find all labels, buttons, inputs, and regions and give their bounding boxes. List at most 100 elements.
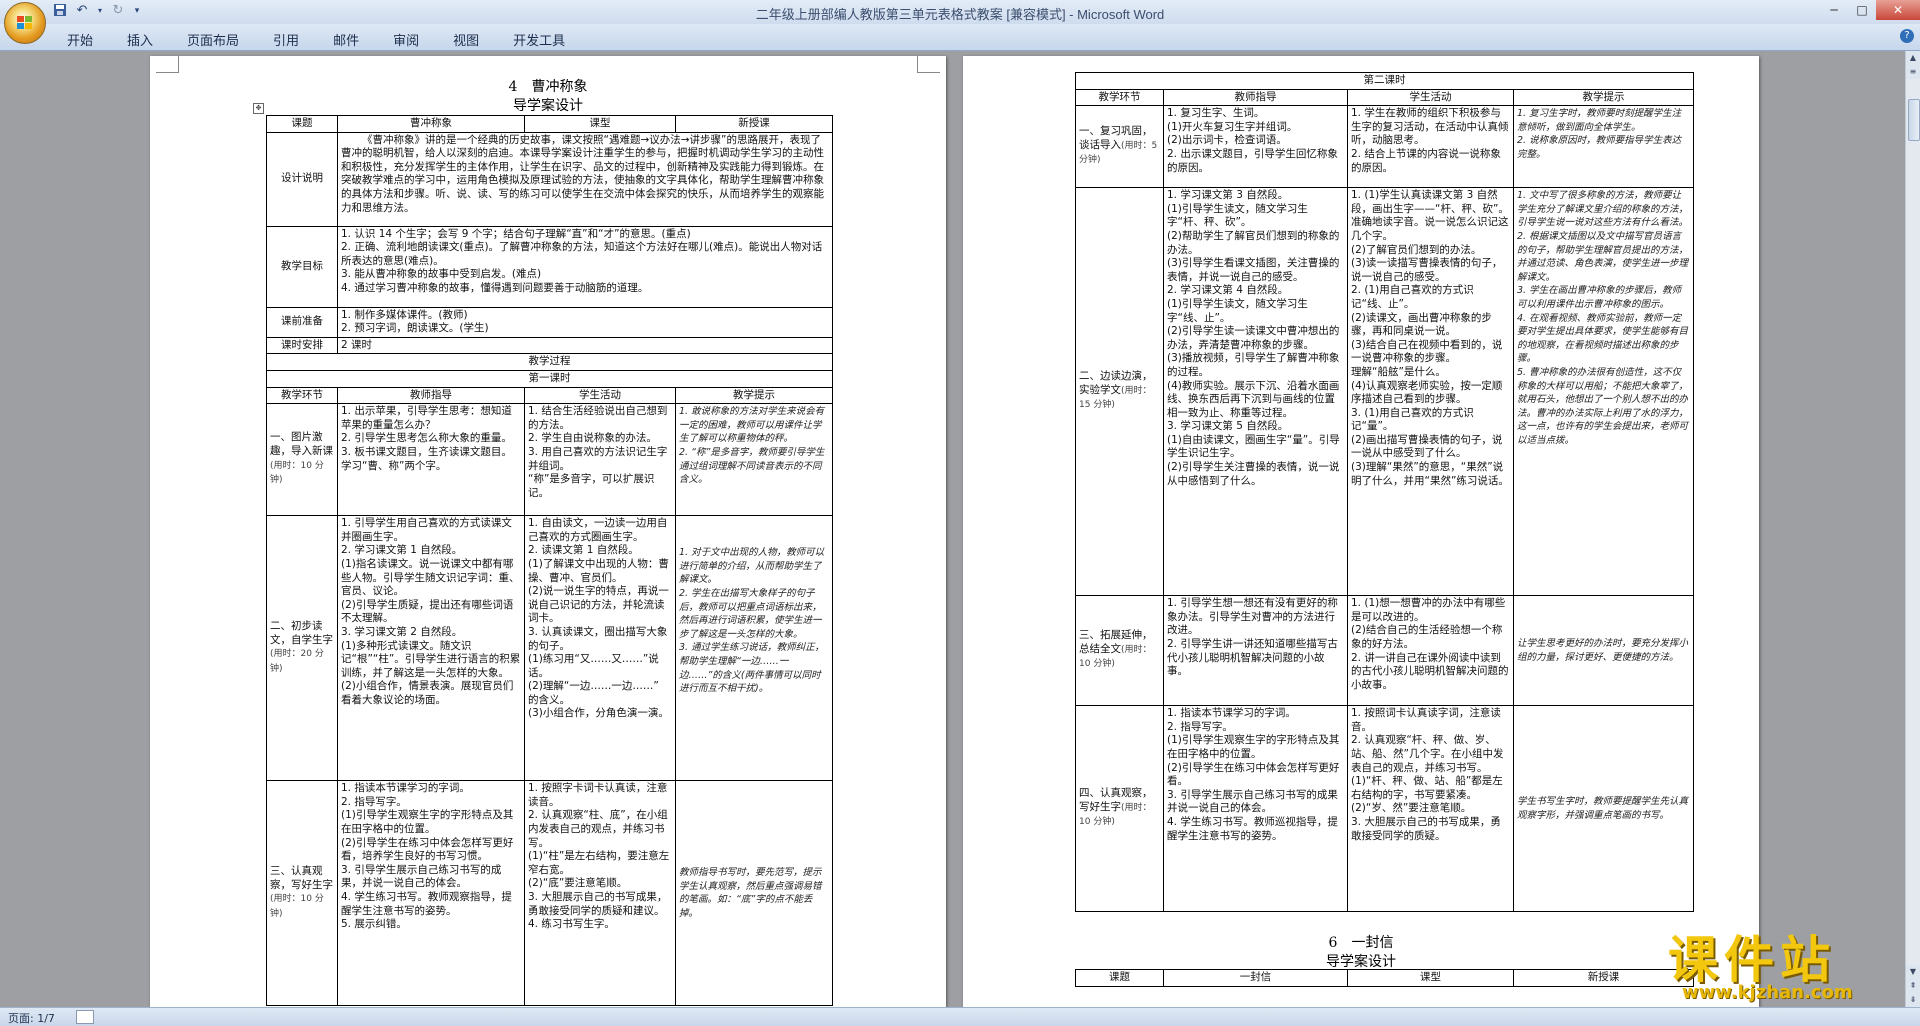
design-description: 《曹冲称象》讲的是一个经典的历史故事，课文按照“遇难题→议办法→讲步骤”的思路展… xyxy=(337,131,833,227)
lesson-plan-table-2: 第二课时 教学环节 教师指导 学生活动 教学提示 一、复习巩固，谈话导入(用时：… xyxy=(1075,72,1694,913)
tab-page-layout[interactable]: 页面布局 xyxy=(170,28,256,51)
section-header: 教学过程 xyxy=(266,353,833,371)
teacher-cell: 1. 学习课文第 3 自然段。 (1)引导学生读文，随文学习生字“杆、秤、砍”。… xyxy=(1163,187,1348,597)
scroll-up-icon[interactable]: ▲ xyxy=(1906,51,1920,65)
tab-home[interactable]: 开始 xyxy=(50,28,110,51)
stage-cell: 一、图片激趣，导入新课(用时：10 分钟) xyxy=(266,403,338,517)
goal-item: 4. 通过学习曹冲称象的故事，懂得遇到问题要善于动脑筋的道理。 xyxy=(341,281,649,294)
cell-value: 一封信 xyxy=(1163,969,1348,987)
goal-item: 2. 正确、流利地朗读课文(重点)。了解曹冲称象的方法，知道这个方法好在哪儿(难… xyxy=(341,241,823,267)
table-row: 二、边读边演，实验学文(用时：15 分钟) 1. 学习课文第 3 自然段。 (1… xyxy=(1075,187,1694,597)
table-row: 四、认真观察，写好生字(用时：10 分钟) 1. 指读本节课学习的字词。 2. … xyxy=(1075,705,1694,913)
table-row: 一、图片激趣，导入新课(用时：10 分钟) 1. 出示苹果，引导学生思考：想知道… xyxy=(266,403,833,517)
cell-value: 2 课时 xyxy=(337,336,833,355)
column-header: 教学环节 xyxy=(266,386,338,405)
tab-view[interactable]: 视图 xyxy=(436,28,496,51)
table-move-handle-icon[interactable]: ✥ xyxy=(253,103,264,114)
watermark-url: www.kjzhan.com xyxy=(1682,982,1853,1003)
goal-item: 1. 认识 14 个生字；会写 9 个字；结合句子理解“直”和“才”的意思。(重… xyxy=(341,227,691,240)
next-lesson-heading: 6 一封信 xyxy=(1328,935,1394,951)
cell-label: 课题 xyxy=(1075,969,1164,987)
title-bar: ↶ ▾ ↻ ▾ 二年级上册部编人教版第三单元表格式教案 [兼容模式] - Mic… xyxy=(0,0,1920,44)
tab-review[interactable]: 审阅 xyxy=(376,28,436,51)
vertical-scrollbar[interactable]: ▲ ≡ ▼ ⇞ ⇟ xyxy=(1905,51,1920,1007)
ribbon-tabs: 开始 插入 页面布局 引用 邮件 审阅 视图 开发工具 xyxy=(50,28,582,51)
column-header: 教学提示 xyxy=(1513,88,1694,107)
window-controls: ─ □ ✕ xyxy=(1820,0,1920,20)
stage-cell: 三、拓展延伸，总结全文(用时：10 分钟) xyxy=(1075,595,1164,707)
cell-value: 新授课 xyxy=(675,115,833,133)
window-title: 二年级上册部编人教版第三单元表格式教案 [兼容模式] - Microsoft W… xyxy=(755,7,1165,22)
column-header: 教师指导 xyxy=(1163,88,1348,107)
column-header: 学生活动 xyxy=(1347,88,1514,107)
tip-cell: 学生书写生字时，教师要提醒学生先认真观察字形，并强调重点笔画的书写。 xyxy=(1513,705,1694,913)
cell-label: 课题 xyxy=(266,115,338,133)
goal-item: 3. 能从曹冲称象的故事中受到启发。(难点) xyxy=(341,268,542,281)
student-cell: 1. 结合生活经验说出自己想到的方法。 2. 学生自由说称象的办法。 3. 用自… xyxy=(524,403,676,517)
column-header: 教学环节 xyxy=(1075,88,1164,107)
teacher-cell: 1. 指读本节课学习的字词。 2. 指导写字。 (1)引导学生观察生字的字形特点… xyxy=(337,780,525,1007)
column-header: 教师指导 xyxy=(337,386,525,405)
lesson-plan-table-1: 课题 曹冲称象 课型 新授课 设计说明 《曹冲称象》讲的是一个经典的历史故事，课… xyxy=(266,115,833,1007)
cell-label: 课前准备 xyxy=(266,306,338,338)
stage-cell: 二、初步读文，自学生字(用时：20 分钟) xyxy=(266,515,338,782)
prep-item: 2. 预习字词，朗读课文。(学生) xyxy=(341,322,489,335)
tip-cell: 1. 文中写了很多称象的方法，教师要让学生充分了解课文里介绍的称象的方法，引导学… xyxy=(1513,187,1694,597)
stage-cell: 一、复习巩固，谈话导入(用时：5 分钟) xyxy=(1075,105,1164,189)
teacher-cell: 1. 指读本节课学习的字词。 2. 指导写字。 (1)引导学生观察生字的字形特点… xyxy=(1163,705,1348,913)
ruler-toggle-icon[interactable]: ≡ xyxy=(1906,65,1920,79)
prep-cell: 1. 制作多媒体课件。(教师) 2. 预习字词，朗读课文。(学生) xyxy=(337,306,833,338)
student-cell: 1. (1)学生认真读课文第 3 自然段，画出生字——“杆、秤、砍”。准确地读字… xyxy=(1347,187,1514,597)
next-lesson-subheading: 导学案设计 xyxy=(1326,954,1396,970)
office-logo-icon xyxy=(17,16,32,29)
page-indicator[interactable]: 页面: 1/7 xyxy=(8,1010,55,1026)
page-2: 第二课时 教学环节 教师指导 学生活动 教学提示 一、复习巩固，谈话导入(用时：… xyxy=(963,56,1759,1007)
cell-label: 课时安排 xyxy=(266,336,338,355)
column-header: 教学提示 xyxy=(675,386,833,405)
office-button[interactable] xyxy=(4,2,46,44)
student-cell: 1. 按照字卡词卡认真读，注意读音。 2. 认真观察“柱、底”，在小组内发表自己… xyxy=(524,780,676,1007)
table-row: 三、拓展延伸，总结全文(用时：10 分钟) 1. 引导学生想一想还有没有更好的称… xyxy=(1075,595,1694,707)
teacher-cell: 1. 引导学生想一想还有没有更好的称象办法。引导学生对曹冲的方法进行改进。 2.… xyxy=(1163,595,1348,707)
teacher-cell: 1. 引导学生用自己喜欢的方式读课文并圈画生字。 2. 学习课文第 1 自然段。… xyxy=(337,515,525,782)
table-row: 二、初步读文，自学生字(用时：20 分钟) 1. 引导学生用自己喜欢的方式读课文… xyxy=(266,515,833,782)
tip-cell: 1. 对于文中出现的人物，教师可以进行简单的介绍，从而帮助学生了解课文。 2. … xyxy=(675,515,833,782)
stage-cell: 二、边读边演，实验学文(用时：15 分钟) xyxy=(1075,187,1164,597)
crop-mark xyxy=(156,56,179,73)
scroll-down-icon[interactable]: ▼ xyxy=(1906,965,1920,979)
tab-mailings[interactable]: 邮件 xyxy=(316,28,376,51)
next-page-icon[interactable]: ⇟ xyxy=(1906,993,1920,1007)
column-header: 学生活动 xyxy=(524,386,676,405)
scroll-thumb[interactable] xyxy=(1908,99,1920,141)
cell-label: 课型 xyxy=(524,115,676,133)
cell-label: 教学目标 xyxy=(266,225,338,308)
section-header: 第二课时 xyxy=(1075,72,1694,90)
tab-references[interactable]: 引用 xyxy=(256,28,316,51)
table-row: 一、复习巩固，谈话导入(用时：5 分钟) 1. 复习生字、生词。 (1)开火车复… xyxy=(1075,105,1694,189)
tip-cell: 让学生思考更好的办法时，要充分发挥小组的力量，探讨更好、更便捷的方法。 xyxy=(1513,595,1694,707)
tab-developer[interactable]: 开发工具 xyxy=(496,28,582,51)
tip-cell: 1. 敢说称象的方法对学生来说会有一定的困难，教师可以用课件让学生了解可以称重物… xyxy=(675,403,833,517)
kjzhan-watermark: 课件站 www.kjzhan.com xyxy=(1668,920,1908,1006)
table-row: 三、认真观察，写好生字(用时：10 分钟) 1. 指读本节课学习的字词。 2. … xyxy=(266,780,833,1007)
page-1: 4 曹冲称象 导学案设计 ✥ 课题 曹冲称象 课型 新授课 设计说明 《曹冲称象… xyxy=(150,56,946,1007)
previous-page-icon[interactable]: ⇞ xyxy=(1906,979,1920,993)
tip-cell: 1. 复习生字时，教师要时刻提醒学生注意倾听，做到面向全体学生。 2. 说称象原… xyxy=(1513,105,1694,189)
maximize-icon[interactable]: □ xyxy=(1848,0,1876,20)
stage-cell: 四、认真观察，写好生字(用时：10 分钟) xyxy=(1075,705,1164,913)
student-cell: 1. (1)想一想曹冲的办法中有哪些是可以改进的。 (2)结合自己的生活经验想一… xyxy=(1347,595,1514,707)
lesson-heading: 4 曹冲称象 xyxy=(508,79,588,95)
status-bar: 页面: 1/7 xyxy=(0,1007,1920,1026)
close-icon[interactable]: ✕ xyxy=(1876,0,1920,20)
tip-cell: 教师指导书写时，要先范写，提示学生认真观察，然后重点强调易错的笔画。如：“底”字… xyxy=(675,780,833,1007)
help-icon[interactable]: ? xyxy=(1900,29,1914,43)
ribbon: 开始 插入 页面布局 引用 邮件 审阅 视图 开发工具 ? xyxy=(0,24,1920,51)
teacher-cell: 1. 出示苹果，引导学生思考：想知道苹果的重量怎么办？ 2. 引导学生思考怎么称… xyxy=(337,403,525,517)
proofing-icon[interactable] xyxy=(76,1010,94,1024)
minimize-icon[interactable]: ─ xyxy=(1820,0,1848,20)
tab-insert[interactable]: 插入 xyxy=(110,28,170,51)
cell-label: 课型 xyxy=(1347,969,1514,987)
next-lesson-table: 课题 一封信 课型 新授课 xyxy=(1075,969,1694,987)
student-cell: 1. 学生在教师的组织下积极参与生字的复习活动，在活动中认真倾听，动脑思考。 2… xyxy=(1347,105,1514,189)
goals-cell: 1. 认识 14 个生字；会写 9 个字；结合句子理解“直”和“才”的意思。(重… xyxy=(337,225,833,308)
